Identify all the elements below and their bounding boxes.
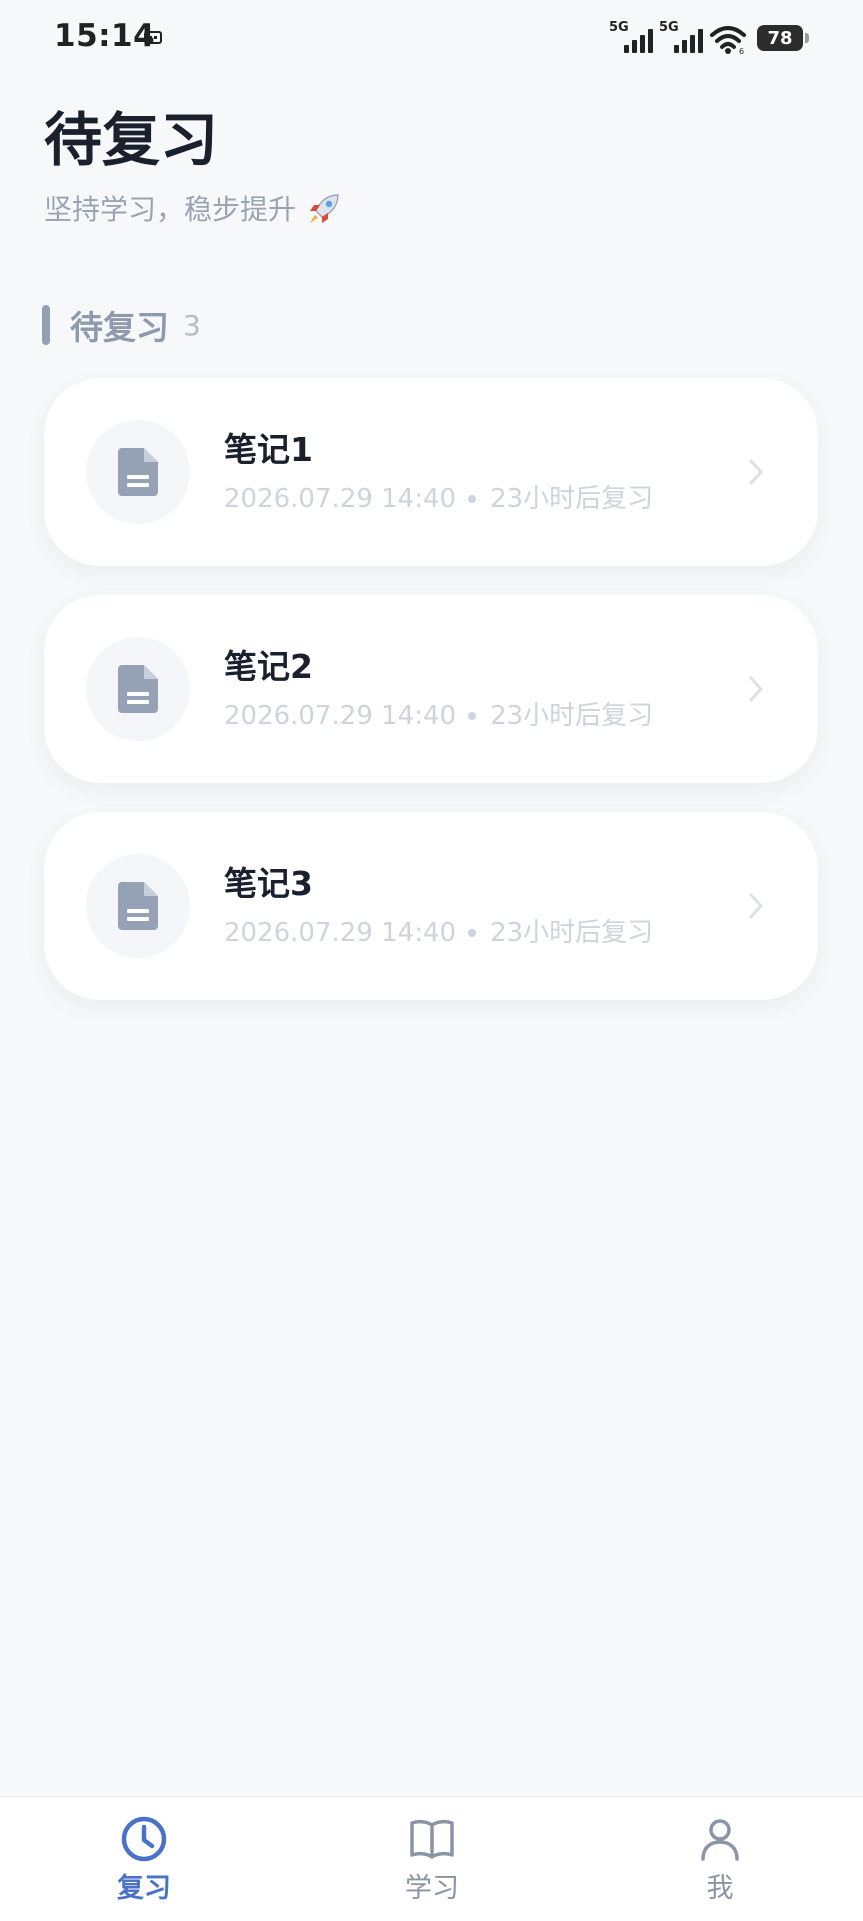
notification-icon [144,31,162,44]
user-icon [701,1819,739,1861]
note-icon-wrap [86,420,190,524]
nav-label-me: 我 [706,1873,734,1904]
note-card[interactable]: 笔记1 2026.07.29 14:40 23小时后复习 [44,378,818,566]
section-count: 3 [183,308,201,342]
note-list: 笔记1 2026.07.29 14:40 23小时后复习 笔记2 2026.07… [44,378,818,1029]
bottom-nav: 复习 学习 我 [0,1796,863,1921]
note-card[interactable]: 笔记3 2026.07.29 14:40 23小时后复习 [44,812,818,1000]
book-icon [410,1819,454,1859]
document-icon [118,665,158,713]
note-icon-wrap [86,854,190,958]
separator-dot [468,712,477,720]
separator-dot [468,495,477,503]
nav-tab-me[interactable]: 我 [640,1797,800,1921]
note-card[interactable]: 笔记2 2026.07.29 14:40 23小时后复习 [44,595,818,783]
section-title: 待复习 [70,308,169,347]
chevron-right-icon [749,893,763,919]
status-time: 15:14 [54,18,156,54]
nav-tab-study[interactable]: 学习 [352,1797,512,1921]
page-title: 待复习 [44,106,219,174]
status-indicators: 5G 5G 6 78 [609,20,809,56]
signal-2-icon: 5G [659,21,703,55]
nav-label-review: 复习 [117,1873,171,1904]
nav-tab-review[interactable]: 复习 [64,1797,224,1921]
note-meta: 2026.07.29 14:40 23小时后复习 [224,482,653,516]
note-icon-wrap [86,637,190,741]
section-accent-bar [42,305,50,345]
note-meta: 2026.07.29 14:40 23小时后复习 [224,916,653,950]
section-header: 待复习 3 [42,304,201,347]
note-title: 笔记3 [224,864,313,903]
battery-icon: 78 [757,25,809,51]
rocket-icon [310,194,339,223]
note-due: 23小时后复习 [490,918,654,948]
document-icon [118,882,158,930]
subtitle-text: 坚持学习，稳步提升 [44,193,297,226]
note-meta: 2026.07.29 14:40 23小时后复习 [224,699,653,733]
clock-icon [121,1816,167,1862]
note-date: 2026.07.29 14:40 [224,701,457,731]
chevron-right-icon [749,459,763,485]
page-subtitle: 坚持学习，稳步提升 [44,190,342,230]
note-date: 2026.07.29 14:40 [224,918,457,948]
nav-label-study: 学习 [405,1873,459,1904]
note-due: 23小时后复习 [490,484,654,514]
svg-text:6: 6 [739,47,744,55]
note-date: 2026.07.29 14:40 [224,484,457,514]
wifi-icon: 6 [710,26,746,55]
chevron-right-icon [749,676,763,702]
document-icon [118,448,158,496]
note-title: 笔记2 [224,647,313,686]
separator-dot [468,929,477,937]
signal-1-icon: 5G [609,21,653,55]
battery-level: 78 [767,27,793,49]
note-due: 23小时后复习 [490,701,654,731]
status-bar: 15:14 5G 5G 6 78 [0,0,863,78]
note-title: 笔记1 [224,430,313,469]
